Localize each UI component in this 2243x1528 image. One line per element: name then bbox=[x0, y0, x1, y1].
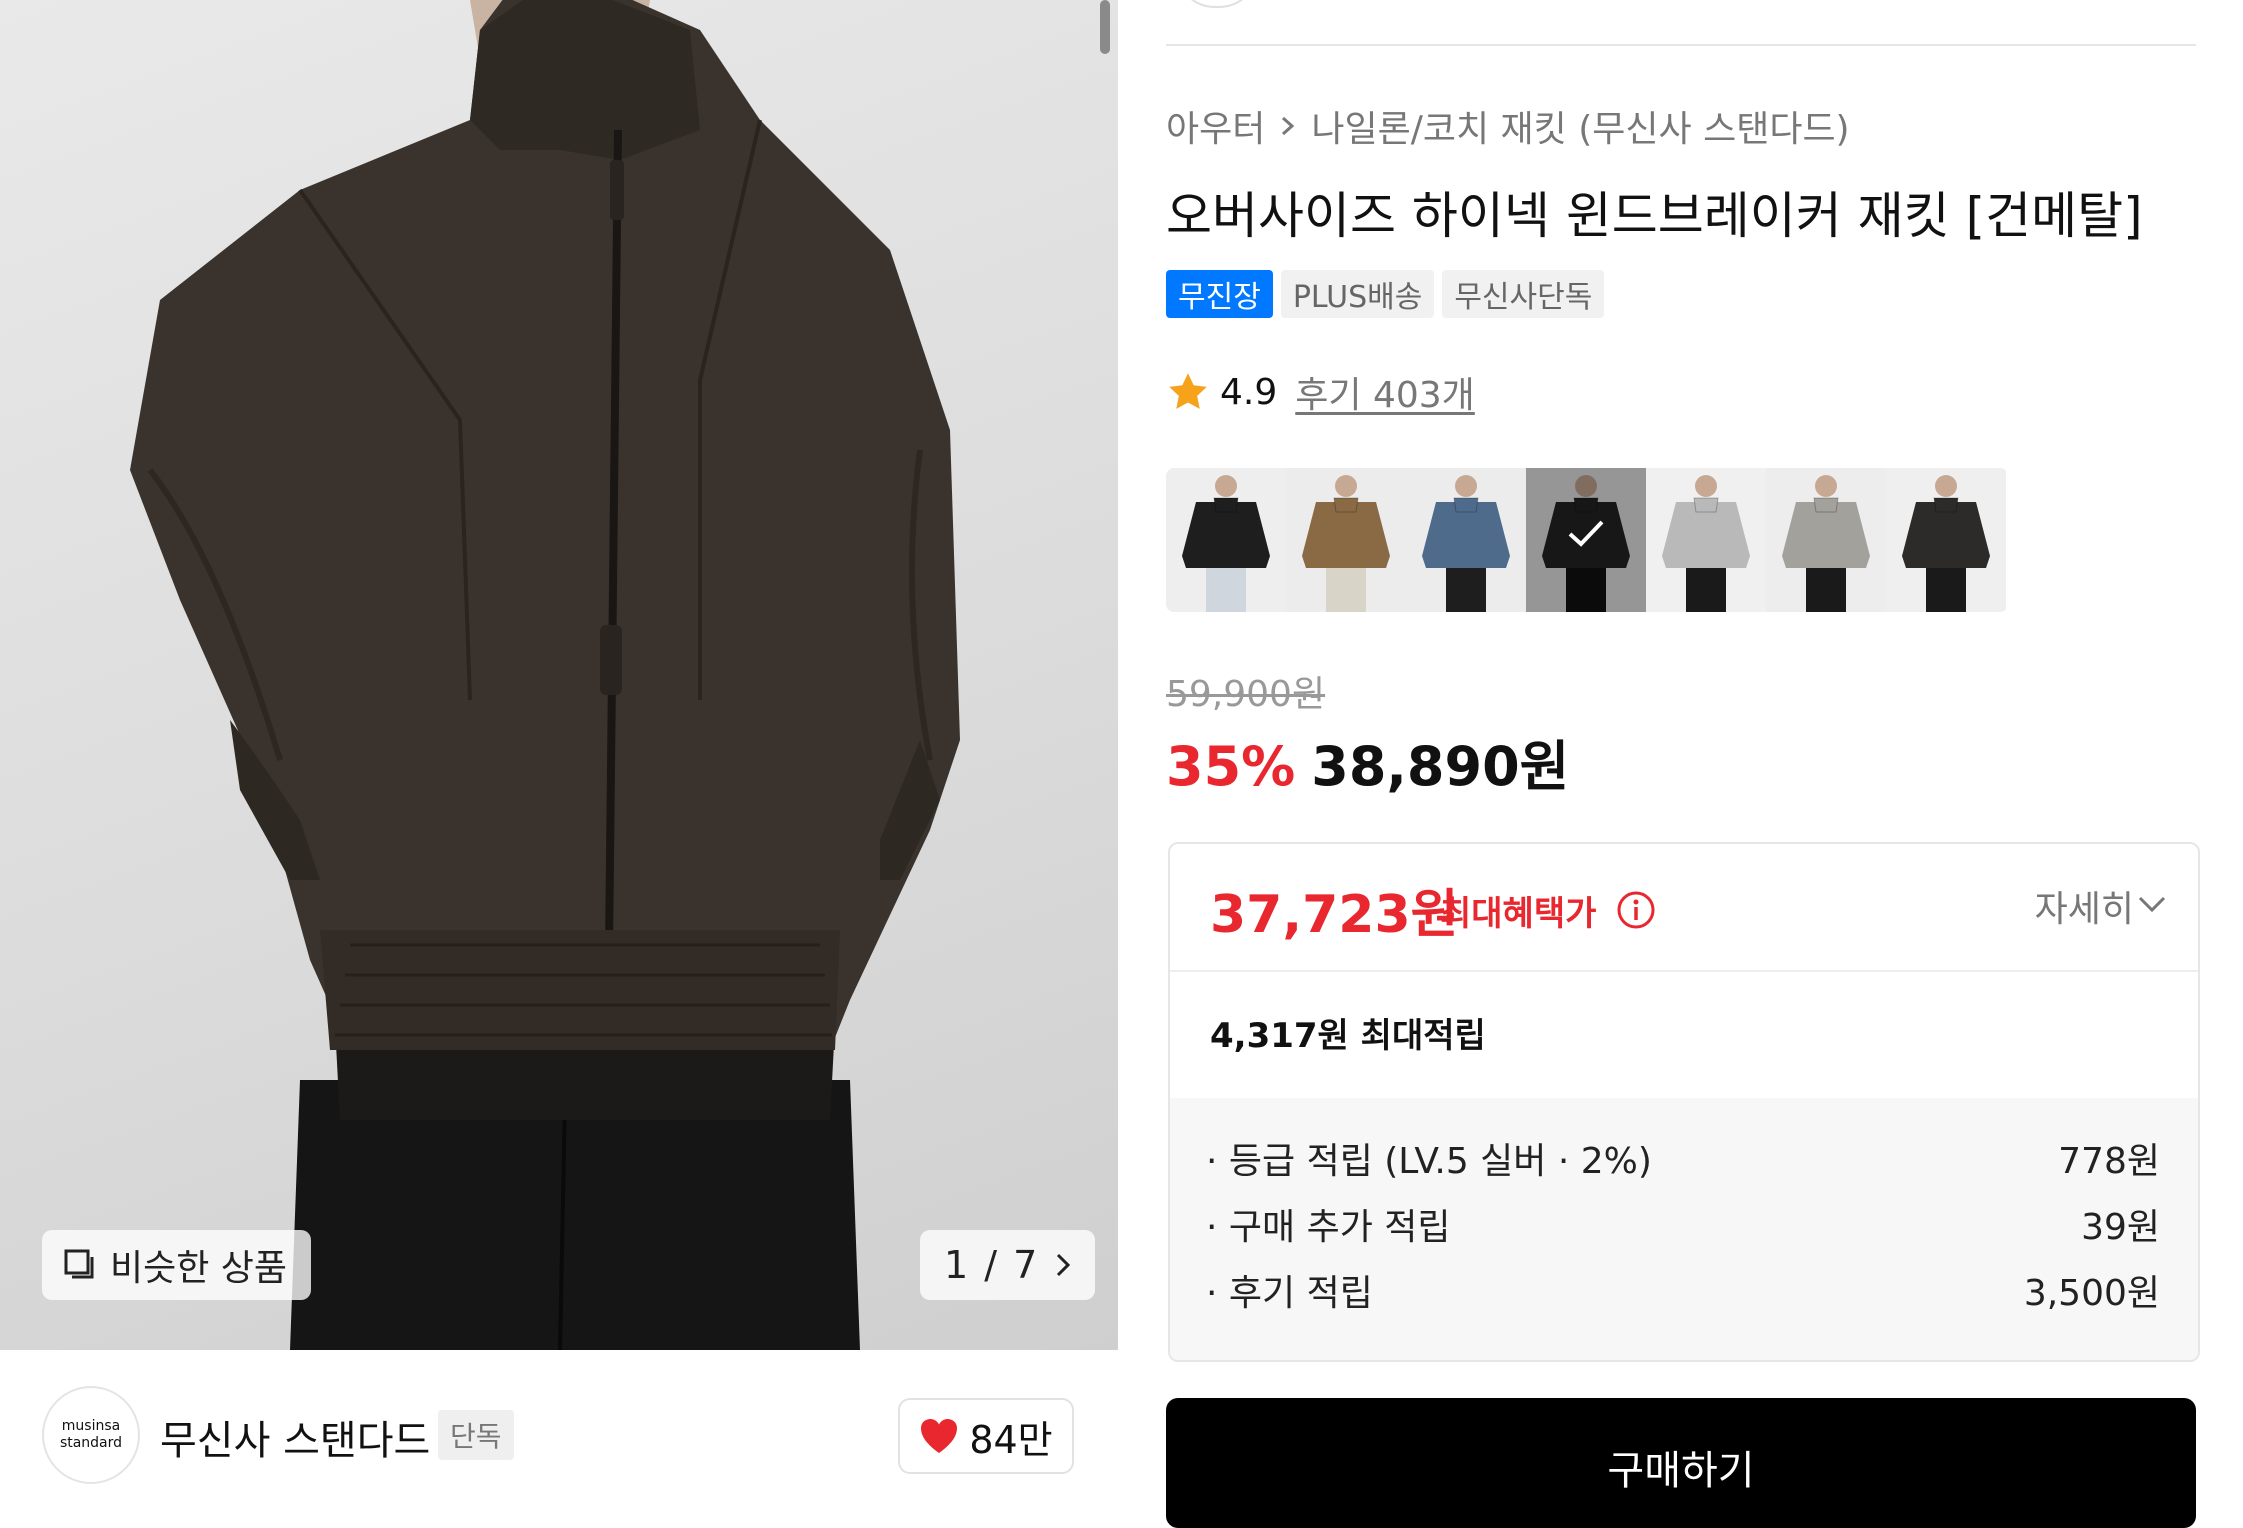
point-row-review: · 후기 적립 3,500원 bbox=[1206, 1264, 2160, 1316]
swatch-thumbnail bbox=[1766, 468, 1886, 612]
brand-logo-line1: musinsa bbox=[61, 1418, 121, 1434]
tag-mujinjang: 무진장 bbox=[1166, 270, 1273, 318]
point-row-extra: · 구매 추가 적립 39원 bbox=[1206, 1198, 2160, 1250]
color-swatch-gray[interactable] bbox=[1766, 468, 1886, 612]
profile-avatar-partial[interactable] bbox=[1175, 0, 1259, 8]
image-scrollbar[interactable] bbox=[1100, 0, 1110, 54]
color-swatch-light-gray-hood[interactable] bbox=[1646, 468, 1766, 612]
similar-products-button[interactable]: 비슷한 상품 bbox=[42, 1230, 312, 1300]
tag-plus-delivery: PLUS배송 bbox=[1280, 270, 1435, 318]
review-link[interactable]: 후기 403개 bbox=[1295, 366, 1475, 418]
chevron-right-icon bbox=[1282, 116, 1295, 136]
point-label: · 구매 추가 적립 bbox=[1206, 1207, 1451, 1248]
like-count: 84만 bbox=[969, 1417, 1053, 1462]
swatch-thumbnail bbox=[1406, 468, 1526, 612]
breadcrumb-category[interactable]: 나일론/코치 재킷 (무신사 스탠다드) bbox=[1311, 100, 1849, 152]
point-label: · 후기 적립 bbox=[1206, 1273, 1373, 1314]
brand-name[interactable]: 무신사 스탠다드 bbox=[160, 1408, 430, 1466]
info-icon[interactable] bbox=[1616, 890, 1656, 930]
color-swatch-gunmetal[interactable] bbox=[1526, 468, 1646, 612]
heart-icon bbox=[921, 1419, 958, 1453]
buy-button[interactable]: 구매하기 bbox=[1166, 1398, 2196, 1528]
product-tags: 무진장 PLUS배송 무신사단독 bbox=[1166, 270, 1605, 318]
benefit-box: 37,723원 최대혜택가 자세히 4,317원 최대적립 · 등급 적립 (L… bbox=[1168, 842, 2200, 1362]
max-benefit-price: 37,723원 bbox=[1210, 885, 1459, 945]
divider bbox=[1166, 44, 2196, 46]
sale-price-row: 35% 38,890원 bbox=[1166, 722, 1569, 801]
point-label: · 등급 적립 (LV.5 실버 · 2%) bbox=[1206, 1141, 1652, 1182]
benefit-header[interactable]: 37,723원 최대혜택가 자세히 bbox=[1170, 844, 2198, 972]
point-value: 778원 bbox=[2058, 1141, 2160, 1182]
sale-price: 38,890원 bbox=[1311, 735, 1570, 798]
original-price: 59,900원 bbox=[1166, 674, 1326, 715]
details-toggle[interactable]: 자세히 bbox=[2035, 880, 2134, 932]
point-value: 3,500원 bbox=[2023, 1273, 2160, 1314]
swatch-thumbnail bbox=[1286, 468, 1406, 612]
product-image-panel[interactable]: 비슷한 상품 1 / 7 bbox=[0, 0, 1118, 1350]
product-photo bbox=[130, 0, 960, 1350]
breadcrumb-outer[interactable]: 아우터 bbox=[1166, 100, 1265, 152]
swatch-thumbnail bbox=[1166, 468, 1286, 612]
color-swatch-charcoal[interactable] bbox=[1886, 468, 2006, 612]
brand-logo-line2: standard bbox=[59, 1435, 123, 1451]
image-counter-button[interactable]: 1 / 7 bbox=[920, 1230, 1096, 1300]
check-icon bbox=[1568, 520, 1604, 547]
discount-rate: 35% bbox=[1166, 735, 1296, 798]
brand-logo[interactable]: musinsa standard bbox=[42, 1386, 140, 1484]
brand-exclusive-badge: 단독 bbox=[438, 1410, 514, 1460]
tag-exclusive: 무신사단독 bbox=[1442, 270, 1605, 318]
copy-icon bbox=[64, 1249, 94, 1279]
color-swatches bbox=[1166, 468, 2008, 612]
max-benefit-label: 최대혜택가 bbox=[1440, 894, 1597, 934]
star-icon bbox=[1169, 373, 1207, 409]
similar-products-label: 비슷한 상품 bbox=[110, 1248, 288, 1289]
chevron-right-icon bbox=[1057, 1253, 1071, 1277]
point-row-grade: · 등급 적립 (LV.5 실버 · 2%) 778원 bbox=[1206, 1132, 2160, 1184]
product-title: 오버사이즈 하이넥 윈드브레이커 재킷 [건메탈] bbox=[1166, 187, 2143, 245]
swatch-thumbnail bbox=[1886, 468, 2006, 612]
swatch-thumbnail bbox=[1646, 468, 1766, 612]
point-value: 39원 bbox=[2081, 1207, 2160, 1248]
chevron-down-icon[interactable] bbox=[2136, 894, 2168, 914]
color-swatch-camel[interactable] bbox=[1286, 468, 1406, 612]
like-button[interactable]: 84만 bbox=[898, 1398, 1074, 1474]
rating-row: 4.9 후기 403개 bbox=[1166, 366, 1475, 418]
image-counter: 1 / 7 bbox=[944, 1243, 1040, 1287]
breadcrumb: 아우터 나일론/코치 재킷 (무신사 스탠다드) bbox=[1166, 100, 1850, 152]
color-swatch-black-wide[interactable] bbox=[1166, 468, 1286, 612]
color-swatch-blue[interactable] bbox=[1406, 468, 1526, 612]
points-total: 4,317원 최대적립 bbox=[1210, 1016, 1486, 1056]
points-breakdown: · 등급 적립 (LV.5 실버 · 2%) 778원 · 구매 추가 적립 3… bbox=[1170, 1098, 2198, 1360]
rating-score: 4.9 bbox=[1220, 371, 1278, 413]
